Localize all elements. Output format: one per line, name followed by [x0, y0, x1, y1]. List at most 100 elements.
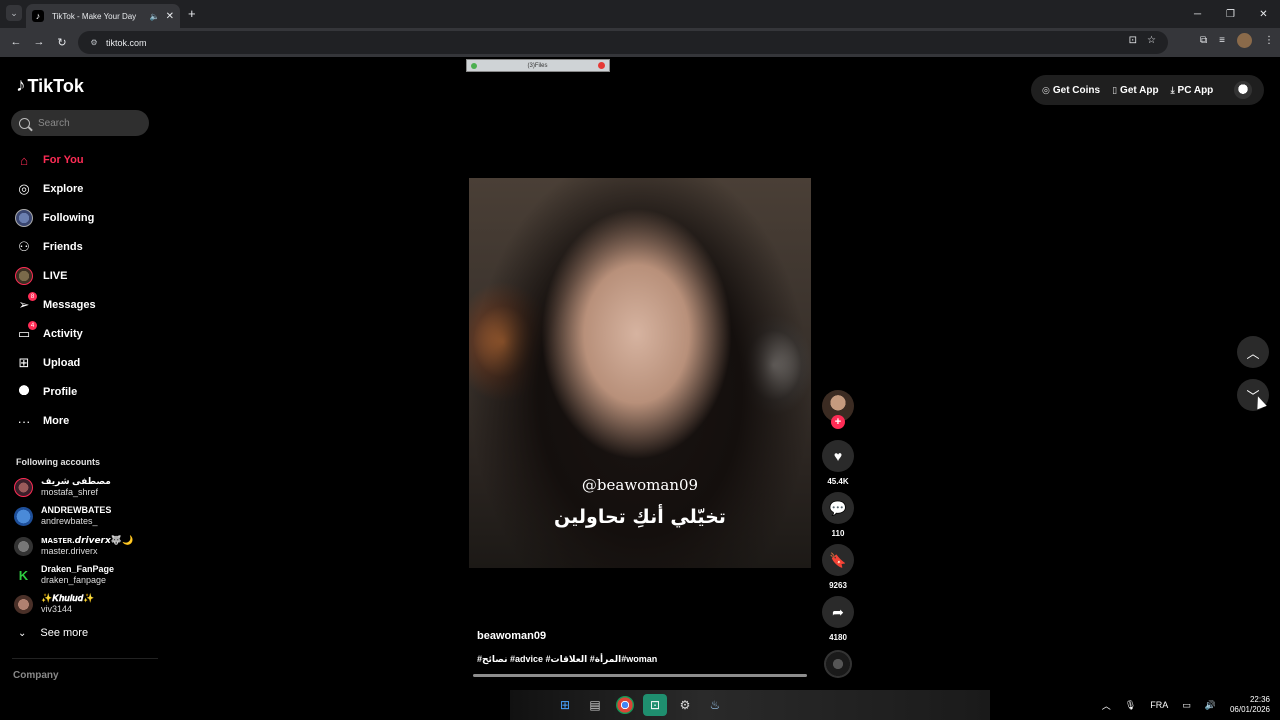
- back-icon[interactable]: ←: [8, 34, 24, 50]
- windows-start-icon[interactable]: ⊞: [553, 694, 577, 716]
- music-disc-icon[interactable]: [824, 650, 852, 678]
- app-store-icon[interactable]: ⊡: [643, 694, 667, 716]
- nav-live[interactable]: LIVE: [15, 264, 145, 288]
- video-player[interactable]: @beawoman09 تخيّلي أنكِ تحاولين: [469, 178, 811, 568]
- video-hashtags[interactable]: #نصائح #advice #المرأة# العلاقات#woman: [477, 654, 657, 665]
- account-handle: master.driverx: [41, 546, 98, 556]
- tiktok-logo[interactable]: ♪ TikTok: [16, 75, 84, 97]
- save-button[interactable]: 🔖: [822, 544, 854, 576]
- url-text[interactable]: tiktok.com: [106, 38, 147, 48]
- avatar: [14, 536, 33, 556]
- account-item[interactable]: ANDREWBATES andrewbates_: [14, 504, 154, 528]
- user-avatar[interactable]: [1234, 81, 1252, 99]
- media-controls-icon[interactable]: ≡: [1219, 35, 1225, 46]
- video-watermark: @beawoman09: [581, 476, 699, 494]
- forward-icon[interactable]: →: [31, 34, 47, 50]
- comment-icon: 💬: [829, 499, 847, 516]
- extensions-icon[interactable]: ⧉: [1200, 35, 1207, 46]
- activity-icon: ▭ 4: [15, 321, 37, 343]
- comment-button[interactable]: 💬: [822, 492, 854, 524]
- close-dot-icon[interactable]: [597, 62, 605, 69]
- nav-following[interactable]: Following: [15, 206, 145, 230]
- overlay-strip-text: (3)Files: [527, 62, 548, 69]
- following-accounts-title: Following accounts: [16, 457, 101, 467]
- microphone-icon[interactable]: 🎙: [1125, 700, 1136, 711]
- speaker-icon[interactable]: 🔈: [150, 12, 160, 21]
- taskbar: ⊞ ▤ ⊡ ⚙ ♨ ︿ 🎙 FRA ▭ 🔊 22:36 06/01/2026: [0, 690, 1280, 720]
- nav-more[interactable]: ··· More: [15, 409, 145, 433]
- get-app-label: Get App: [1120, 84, 1159, 96]
- follow-plus-icon[interactable]: +: [831, 415, 845, 429]
- minimize-icon[interactable]: ─: [1181, 0, 1214, 28]
- overlay-window-strip[interactable]: (3)Files: [466, 59, 610, 72]
- nav-messages[interactable]: ➢ 8 Messages: [15, 292, 145, 317]
- company-link[interactable]: Company: [13, 670, 59, 681]
- video-author[interactable]: beawoman09: [477, 630, 546, 642]
- account-item[interactable]: مصطفى شريف mostafa_shref: [14, 475, 154, 499]
- nav-activity[interactable]: ▭ 4 Activity: [15, 321, 145, 346]
- nav-label: Friends: [43, 241, 83, 253]
- settings-gear-icon[interactable]: ⚙: [673, 694, 697, 716]
- profile-avatar[interactable]: [1237, 33, 1252, 48]
- bookmark-star-icon[interactable]: ☆: [1147, 35, 1156, 46]
- pc-app-button[interactable]: ⤓ PC App: [1171, 85, 1214, 96]
- video-progress-bar[interactable]: [473, 674, 807, 677]
- messages-icon: ➢ 8: [15, 292, 37, 314]
- sidebar: ♪ TikTok ⌂ For You ◎ Explore Following ⚇…: [0, 57, 160, 690]
- search-input[interactable]: [38, 117, 138, 129]
- get-app-button[interactable]: ▯ Get App: [1112, 85, 1158, 96]
- restore-icon[interactable]: ❐: [1214, 0, 1247, 28]
- install-app-icon[interactable]: ⊡: [1129, 35, 1137, 46]
- nav-friends[interactable]: ⚇ Friends: [15, 235, 145, 259]
- coin-icon: ◎: [1042, 84, 1050, 95]
- chrome-icon[interactable]: [616, 696, 634, 714]
- upload-icon: ⊞: [18, 355, 30, 370]
- volume-icon[interactable]: 🔊: [1205, 700, 1216, 711]
- share-button[interactable]: ➦: [822, 596, 854, 628]
- new-tab-button[interactable]: +: [188, 6, 196, 21]
- see-more-button[interactable]: ⌄ See more: [18, 627, 88, 639]
- download-icon: ⤓: [1170, 84, 1175, 95]
- tray-overflow-icon[interactable]: ︿: [1102, 699, 1111, 712]
- steam-icon[interactable]: ♨: [703, 694, 727, 716]
- reload-icon[interactable]: ↻: [54, 34, 70, 50]
- browser-toolbar: ← → ↻ ⚙ tiktok.com ⊡ ☆ ⧉ ≡ ⋮: [0, 28, 1280, 57]
- nav-profile[interactable]: Profile: [15, 380, 145, 404]
- share-count: 4180: [829, 633, 847, 642]
- search-box[interactable]: [11, 110, 149, 136]
- nav-upload[interactable]: ⊞ Upload: [15, 351, 145, 375]
- draken-k-logo-icon: K: [18, 567, 29, 583]
- compass-icon: ◎: [18, 181, 30, 196]
- see-more-label: See more: [40, 627, 89, 639]
- tab-search-button[interactable]: ⌄: [6, 5, 22, 21]
- clock[interactable]: 22:36 06/01/2026: [1230, 695, 1270, 715]
- nav-label: Profile: [43, 386, 78, 398]
- address-bar[interactable]: ⚙ tiktok.com ⊡ ☆: [78, 31, 1168, 54]
- account-item[interactable]: ᴍᴀsᴛᴇʀ.𝙙𝙧𝙞𝙫𝙚𝙧𝙭🐺🌙 master.driverx: [14, 534, 154, 558]
- share-icon: ➦: [832, 603, 844, 620]
- nav-label: Messages: [43, 299, 96, 311]
- account-item[interactable]: ✨𝑲𝒉𝒖𝒍𝒖𝒅✨ viv3144: [14, 592, 154, 616]
- search-icon: [19, 117, 30, 129]
- menu-kebab-icon[interactable]: ⋮: [1264, 35, 1274, 46]
- browser-tab[interactable]: ♪ TikTok - Make Your Day 🔈 ✕: [26, 4, 180, 28]
- account-handle: draken_fanpage: [41, 575, 107, 585]
- home-icon: ⌂: [20, 152, 28, 168]
- activity-badge: 4: [28, 321, 37, 330]
- browser-tab-strip: ⌄ ♪ TikTok - Make Your Day 🔈 ✕ + ─ ❐ ✕: [0, 0, 1280, 28]
- account-item[interactable]: K Draken_FanPage draken_fanpage: [14, 563, 154, 587]
- nav-for-you[interactable]: ⌂ For You: [15, 148, 145, 172]
- file-explorer-icon[interactable]: ▤: [583, 694, 607, 716]
- get-coins-button[interactable]: ◎ Get Coins: [1042, 85, 1100, 96]
- following-avatar: [15, 209, 33, 227]
- site-info-icon[interactable]: ⚙: [88, 37, 100, 49]
- previous-video-button[interactable]: ︿: [1237, 336, 1269, 368]
- like-count: 45.4K: [827, 477, 849, 486]
- messages-badge: 8: [28, 292, 37, 301]
- close-tab-icon[interactable]: ✕: [166, 11, 174, 22]
- close-window-icon[interactable]: ✕: [1247, 0, 1280, 28]
- like-button[interactable]: ♥: [822, 440, 854, 472]
- language-indicator[interactable]: FRA: [1150, 700, 1168, 710]
- network-icon[interactable]: ▭: [1182, 700, 1191, 711]
- nav-explore[interactable]: ◎ Explore: [15, 177, 145, 201]
